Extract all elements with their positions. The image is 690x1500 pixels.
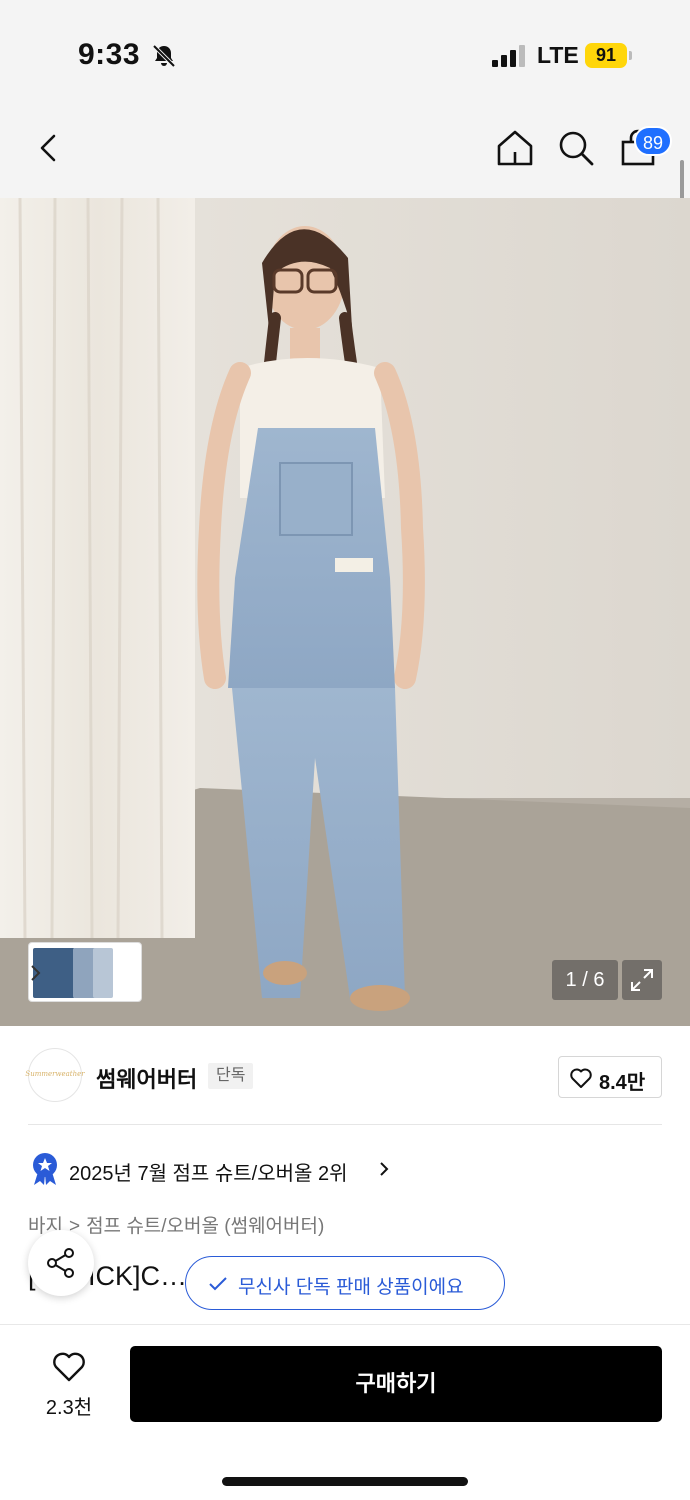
battery-icon: 91 bbox=[585, 43, 633, 68]
product-image[interactable]: 1 / 6 bbox=[0, 198, 690, 1026]
heart-icon bbox=[53, 1352, 85, 1382]
brand-logo[interactable]: Summerweather bbox=[25, 1048, 85, 1102]
status-bar: 9:33 LTE 91 bbox=[0, 0, 690, 100]
buy-button[interactable]: 구매하기 bbox=[130, 1346, 662, 1422]
status-time: 9:33 bbox=[78, 38, 141, 71]
search-icon[interactable] bbox=[556, 128, 596, 168]
divider bbox=[28, 1124, 662, 1125]
wishlist-count: 2.3천 bbox=[45, 1397, 93, 1419]
expand-icon bbox=[631, 969, 653, 991]
wishlist-button[interactable]: 2.3천 bbox=[30, 1347, 108, 1423]
share-icon bbox=[47, 1248, 74, 1278]
home-indicator[interactable] bbox=[222, 1477, 468, 1486]
ranking-medal-icon bbox=[33, 1153, 57, 1185]
ranking-text: 2025년 7월 점프 슈트/오버올 2위 bbox=[69, 1163, 348, 1185]
cart-count-badge: 89 bbox=[634, 126, 672, 156]
bell-muted-icon bbox=[152, 44, 176, 68]
brand-name[interactable]: 썸웨어버터 bbox=[96, 1062, 197, 1094]
network-label: LTE bbox=[537, 42, 579, 68]
back-icon[interactable] bbox=[30, 128, 70, 168]
battery-level: 91 bbox=[585, 43, 627, 68]
breadcrumb-level2[interactable]: 점프 슈트/오버올 (썸웨어버터) bbox=[86, 1216, 324, 1237]
bottom-action-bar: 2.3천 구매하기 bbox=[0, 1324, 690, 1500]
brand-row[interactable]: Summerweather 썸웨어버터 단독 8.4만 bbox=[25, 1048, 662, 1104]
exclusive-tag: 단독 bbox=[208, 1063, 254, 1089]
check-icon bbox=[209, 1277, 227, 1291]
chevron-right-icon bbox=[31, 965, 41, 981]
image-counter: 1 / 6 bbox=[552, 960, 618, 1000]
home-icon[interactable] bbox=[495, 128, 535, 168]
thumbnail-3[interactable] bbox=[93, 948, 113, 998]
exclusive-toast-text: 무신사 단독 판매 상품이에요 bbox=[238, 1277, 464, 1298]
brand-like-count: 8.4만 bbox=[599, 1072, 646, 1094]
expand-button[interactable] bbox=[622, 960, 662, 1000]
share-button[interactable] bbox=[28, 1230, 94, 1296]
app-header: 89 bbox=[0, 100, 690, 198]
brand-like-button[interactable]: 8.4만 bbox=[558, 1056, 662, 1098]
signal-icon bbox=[492, 45, 525, 67]
thumbnail-strip[interactable] bbox=[28, 942, 142, 1002]
heart-icon bbox=[570, 1068, 592, 1088]
exclusive-toast: 무신사 단독 판매 상품이에요 bbox=[185, 1256, 505, 1310]
chevron-right-icon bbox=[380, 1162, 389, 1176]
